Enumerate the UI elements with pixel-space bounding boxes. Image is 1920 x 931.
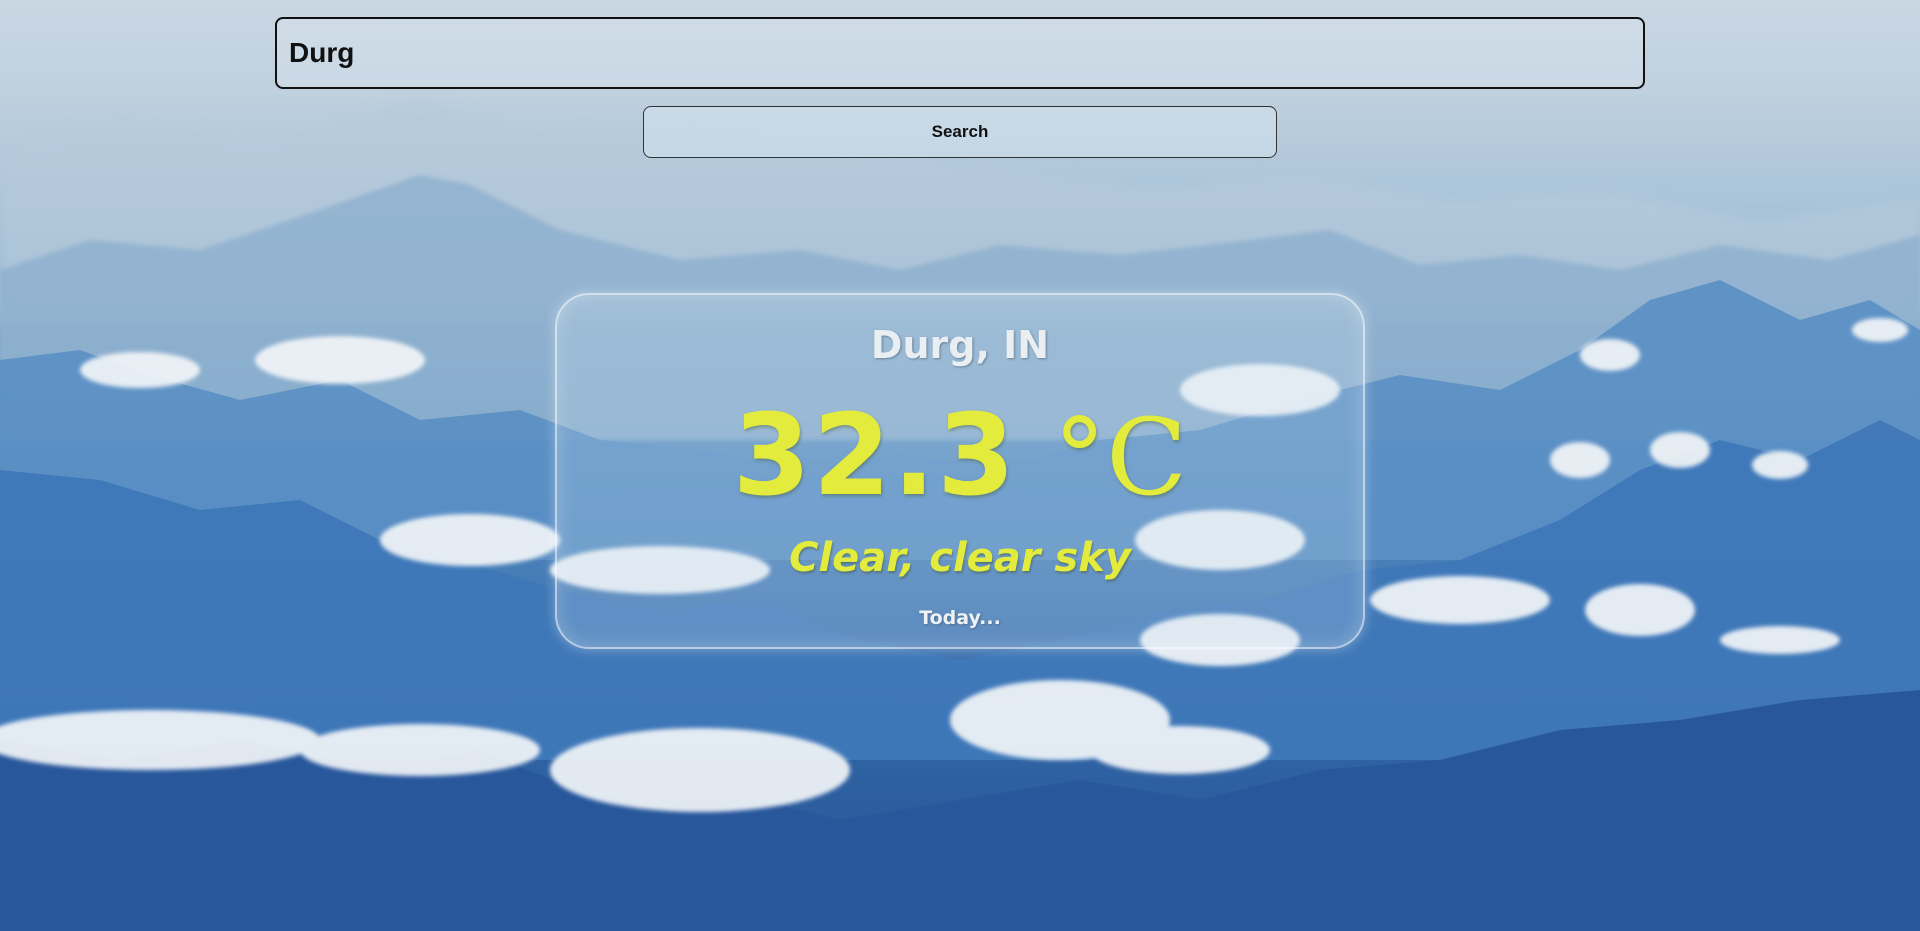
temperature-unit: °C (1053, 396, 1188, 519)
search-input[interactable] (275, 17, 1645, 89)
location-name: Durg, IN (870, 323, 1050, 367)
day-label: Today... (919, 607, 1001, 629)
weather-card: Durg, IN 32.3 °C Clear, clear sky Today..… (555, 293, 1365, 649)
search-button[interactable]: Search (643, 106, 1277, 158)
temperature-display: 32.3 °C (557, 391, 1363, 521)
weather-description: Clear, clear sky (789, 535, 1131, 581)
temperature-value: 32.3 (732, 391, 1018, 521)
